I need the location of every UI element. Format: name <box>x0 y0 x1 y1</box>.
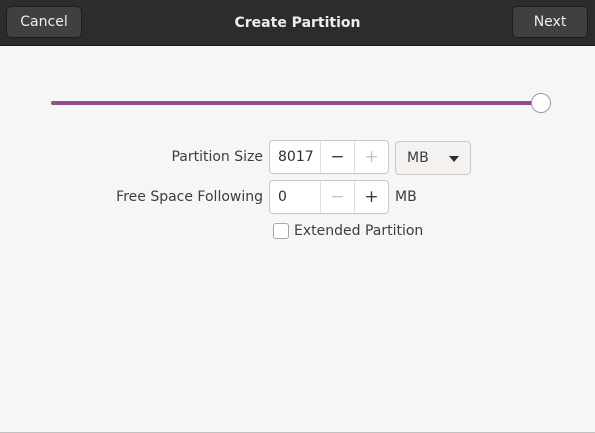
partition-size-unit-dropdown[interactable]: MB <box>395 141 471 175</box>
partition-size-decrement-button[interactable]: − <box>320 141 354 173</box>
free-space-following-spinbutton[interactable]: 0 − + <box>269 180 389 214</box>
slider-handle[interactable] <box>531 93 551 113</box>
unit-selected-value: MB <box>407 150 429 166</box>
checkbox-box[interactable] <box>273 223 289 239</box>
free-space-following-input[interactable]: 0 <box>270 181 320 213</box>
next-button[interactable]: Next <box>512 6 588 38</box>
partition-size-input[interactable]: 8017 <box>270 141 320 173</box>
free-space-decrement-button[interactable]: − <box>320 181 354 213</box>
extended-partition-label: Extended Partition <box>294 223 424 239</box>
header-bar: Cancel Create Partition Next <box>0 0 595 46</box>
partition-size-slider[interactable] <box>51 93 551 113</box>
partition-size-increment-button[interactable]: + <box>354 141 388 173</box>
extended-partition-checkbox[interactable]: Extended Partition <box>273 220 423 242</box>
chevron-down-icon <box>449 156 459 162</box>
dialog-title: Create Partition <box>234 15 361 31</box>
partition-size-spinbutton[interactable]: 8017 − + <box>269 140 389 174</box>
free-space-increment-button[interactable]: + <box>354 181 388 213</box>
free-space-unit-label: MB <box>395 189 417 205</box>
free-space-following-label: Free Space Following <box>116 189 263 205</box>
partition-size-label: Partition Size <box>171 149 263 165</box>
cancel-button[interactable]: Cancel <box>6 6 82 38</box>
slider-fill <box>51 101 541 105</box>
